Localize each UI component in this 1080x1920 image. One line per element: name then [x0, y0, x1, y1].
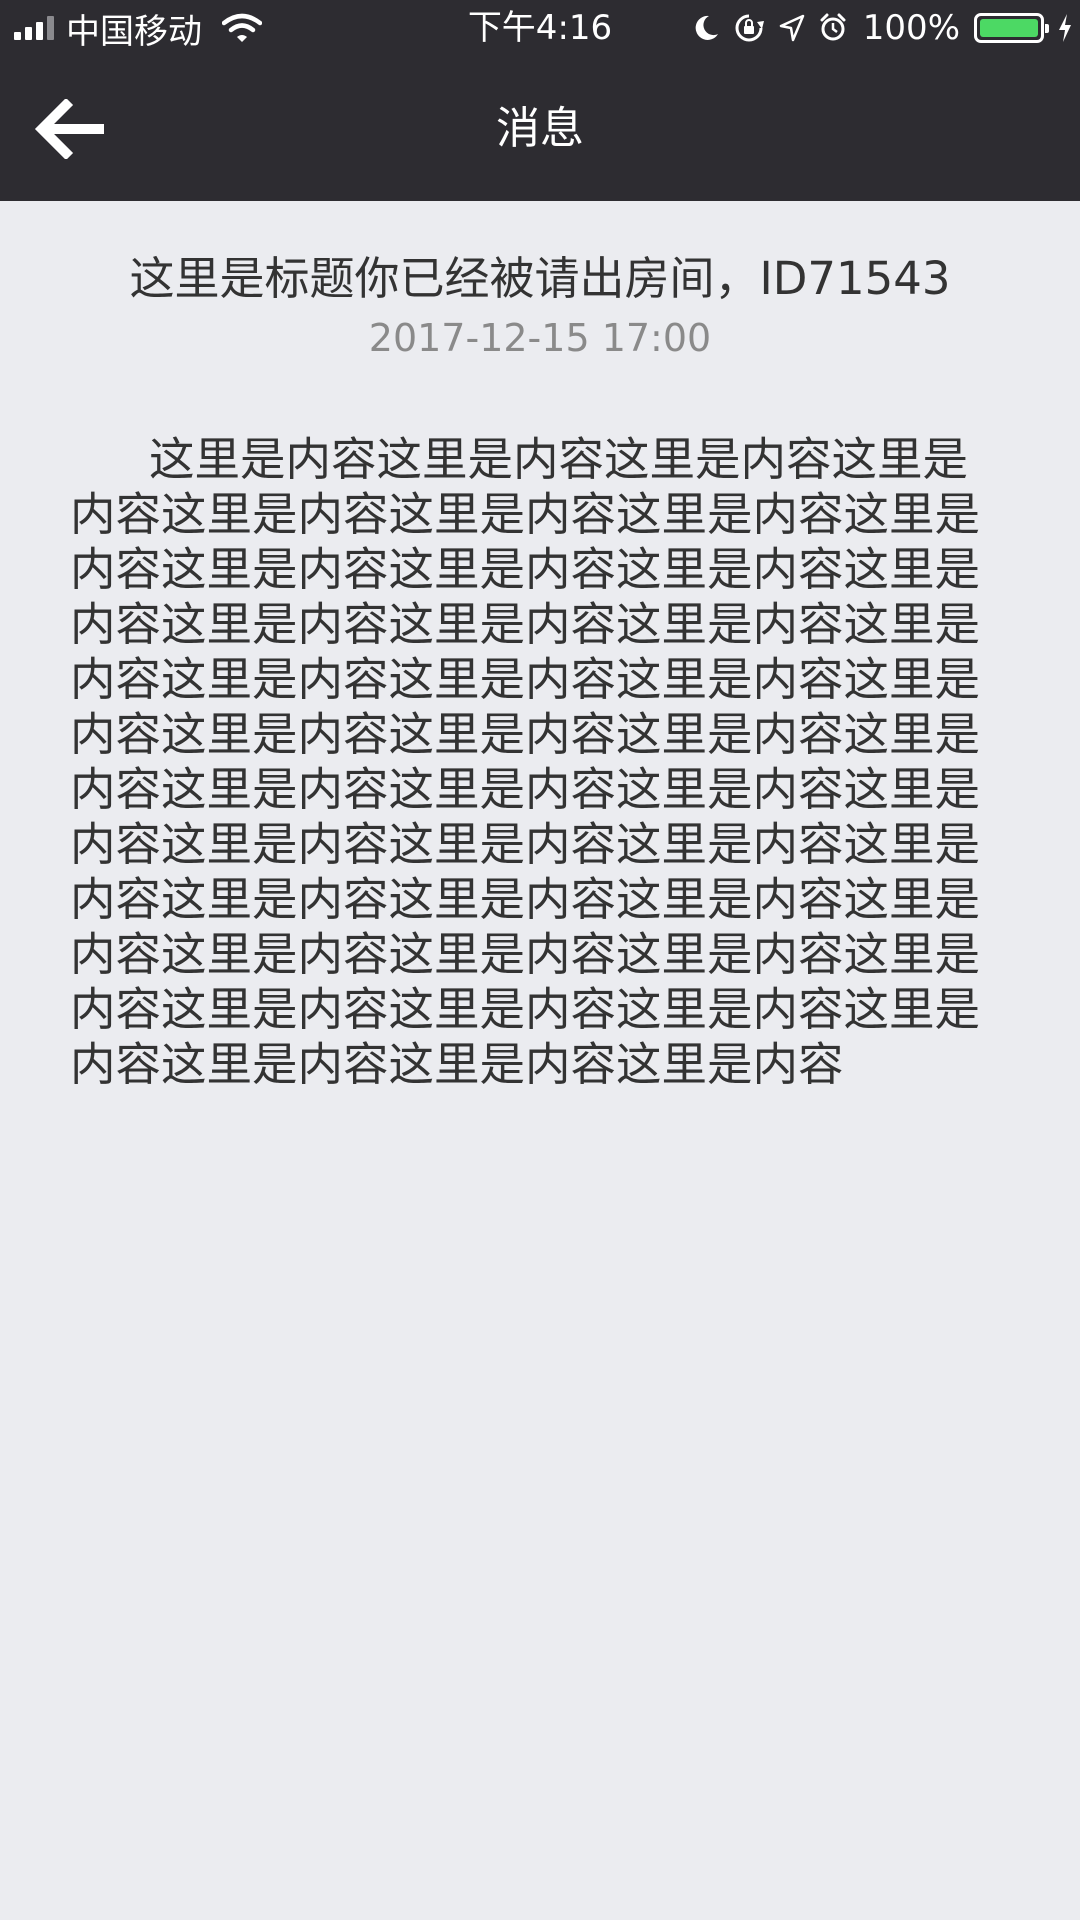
message-detail-screen: 中国移动 下午4:16 100% 消息 这里是标题你已经被请出房间，ID7154… [0, 0, 1080, 1920]
message-title: 这里是标题你已经被请出房间，ID71543 [129, 252, 951, 305]
message-content: 这里是内容这里是内容这里是内容这里是内容这里是内容这里是内容这里是内容这里是内容… [70, 433, 981, 1091]
wifi-icon [222, 13, 262, 42]
battery-icon [974, 13, 1049, 43]
status-bar: 中国移动 下午4:16 100% [0, 0, 1080, 56]
location-icon [779, 14, 805, 42]
message-time: 2017-12-15 17:00 [368, 316, 712, 360]
signal-icon [14, 16, 54, 40]
status-left: 中国移动 [14, 6, 262, 52]
charging-icon [1059, 14, 1071, 42]
battery-fill [980, 19, 1038, 37]
carrier-name: 中国移动 [66, 11, 202, 52]
nav-bar: 消息 [0, 56, 1080, 201]
rotation-lock-icon [735, 14, 764, 42]
page-title: 消息 [496, 103, 584, 154]
moon-icon [695, 15, 718, 40]
battery-percent: 100% [862, 8, 960, 48]
back-arrow-icon [34, 99, 104, 159]
back-button[interactable] [22, 84, 118, 174]
status-right: 100% [693, 6, 1072, 50]
alarm-icon [820, 13, 846, 41]
